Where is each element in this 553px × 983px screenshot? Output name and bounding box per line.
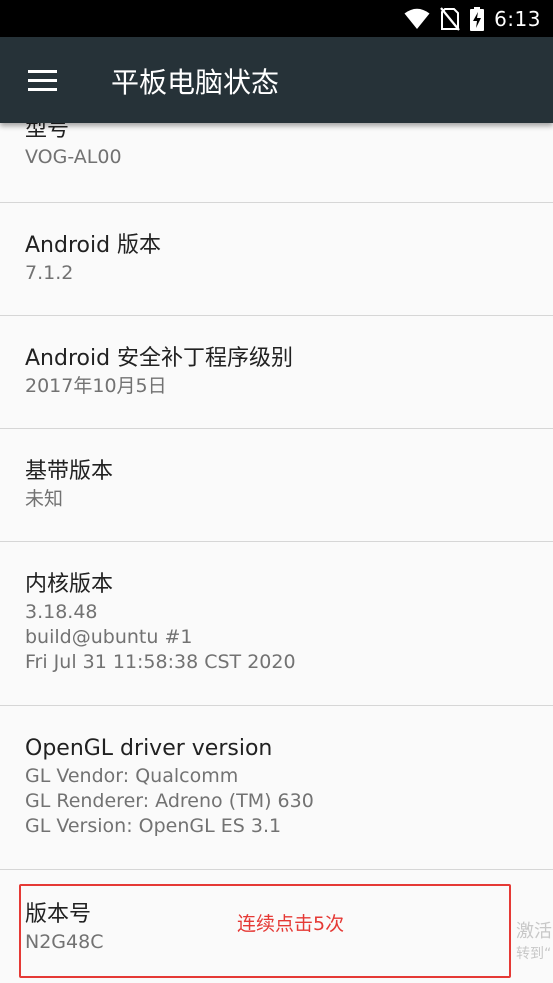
battery-charging-icon	[470, 6, 485, 31]
watermark-line1: 激活	[516, 921, 552, 942]
item-value: 未知	[25, 488, 64, 510]
page-title: 平板电脑状态	[111, 66, 280, 99]
list-item-baseband[interactable]: 基带版本 未知	[0, 429, 553, 542]
item-value: VOG-AL00	[25, 146, 122, 168]
watermark-line2: 转到“	[516, 946, 552, 962]
status-time: 6:13	[494, 6, 541, 31]
item-title: Android 版本	[25, 233, 162, 258]
status-bar: 6:13	[0, 0, 553, 37]
item-title: 内核版本	[25, 572, 114, 597]
list-item-model[interactable]: 型号 VOG-AL00	[0, 123, 553, 203]
list-item-android-version[interactable]: Android 版本 7.1.2	[0, 203, 553, 316]
tap-hint-label: 连续点击5次	[237, 913, 345, 935]
settings-list[interactable]: 型号 VOG-AL00 Android 版本 7.1.2 Android 安全补…	[0, 123, 553, 983]
list-item-opengl[interactable]: OpenGL driver version GL Vendor: Qualcom…	[0, 706, 553, 870]
menu-icon-bar	[28, 78, 57, 82]
item-value: 7.1.2	[25, 262, 74, 284]
item-title: OpenGL driver version	[25, 736, 273, 761]
item-value: 2017年10月5日	[25, 375, 167, 397]
item-value: 3.18.48 build@ubuntu #1 Fri Jul 31 11:58…	[25, 601, 296, 673]
item-title: 型号	[25, 123, 70, 142]
no-sim-icon	[440, 6, 460, 31]
toolbar: 平板电脑状态	[0, 37, 553, 123]
item-value: GL Vendor: Qualcomm GL Renderer: Adreno …	[25, 765, 314, 837]
wifi-icon	[404, 8, 430, 29]
menu-icon-bar	[28, 69, 57, 73]
menu-icon-bar	[28, 87, 57, 91]
item-title: 基带版本	[25, 459, 114, 484]
menu-button[interactable]	[18, 62, 66, 98]
item-title: Android 安全补丁程序级别	[25, 346, 294, 371]
list-item-security-patch[interactable]: Android 安全补丁程序级别 2017年10月5日	[0, 316, 553, 429]
activation-watermark: 激活 转到“	[516, 921, 552, 965]
list-item-kernel[interactable]: 内核版本 3.18.48 build@ubuntu #1 Fri Jul 31 …	[0, 542, 553, 706]
